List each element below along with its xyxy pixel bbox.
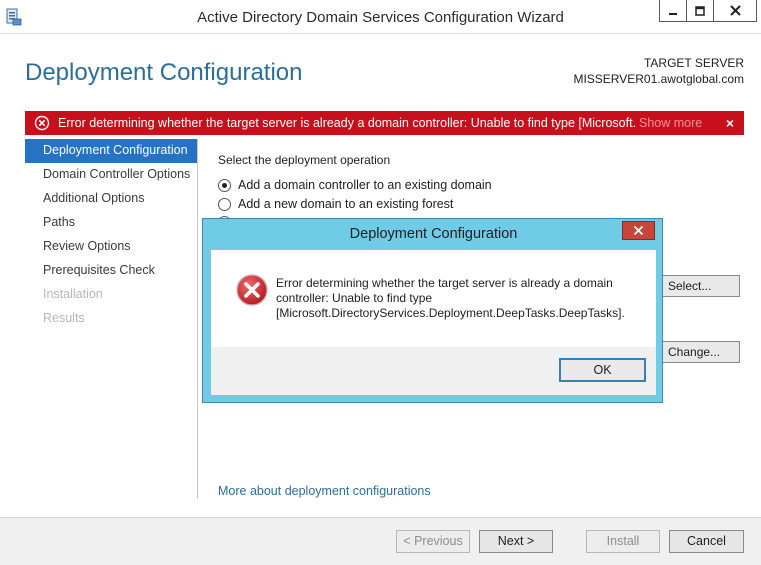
nav-item-prerequisites-check[interactable]: Prerequisites Check	[25, 259, 197, 283]
dialog-message: Error determining whether the target ser…	[276, 276, 636, 321]
wizard-header: Deployment Configuration TARGET SERVER M…	[0, 34, 761, 110]
nav-item-additional-options[interactable]: Additional Options	[25, 187, 197, 211]
option-new-domain[interactable]: Add a new domain to an existing forest	[218, 197, 453, 211]
error-banner: Error determining whether the target ser…	[25, 111, 744, 135]
previous-button: < Previous	[396, 530, 470, 553]
cancel-button[interactable]: Cancel	[669, 530, 744, 553]
nav-item-review-options[interactable]: Review Options	[25, 235, 197, 259]
target-server-name: MISSERVER01.awotglobal.com	[573, 72, 744, 86]
dismiss-error-icon[interactable]: ×	[726, 115, 734, 131]
wizard-footer: < Previous Next > Install Cancel	[0, 517, 761, 565]
nav-item-paths[interactable]: Paths	[25, 211, 197, 235]
radio-existing-domain[interactable]	[218, 178, 231, 192]
option-new-domain-label: Add a new domain to an existing forest	[238, 197, 454, 211]
target-server-label: TARGET SERVER	[643, 56, 744, 70]
dialog-message-line-1: Error determining whether the target ser…	[276, 276, 613, 290]
nav-divider	[197, 139, 198, 499]
dialog-footer: OK	[211, 347, 656, 395]
wizard-nav: Deployment Configuration Domain Controll…	[25, 139, 197, 331]
ok-button[interactable]: OK	[559, 358, 646, 382]
maximize-button[interactable]	[686, 0, 714, 22]
nav-item-deployment-configuration[interactable]: Deployment Configuration	[25, 139, 197, 163]
more-about-deployment-link[interactable]: More about deployment configurations	[218, 484, 431, 498]
show-more-link[interactable]: Show more	[639, 116, 702, 130]
minimize-icon	[669, 12, 677, 15]
page-title: Deployment Configuration	[25, 59, 303, 86]
title-bar: Active Directory Domain Services Configu…	[0, 0, 761, 34]
error-dialog: Deployment Configuration Error determini…	[202, 218, 663, 403]
select-button[interactable]: Select...	[662, 275, 740, 297]
close-icon	[633, 225, 644, 236]
close-icon	[729, 5, 741, 16]
error-banner-message: Error determining whether the target ser…	[58, 116, 636, 130]
next-button[interactable]: Next >	[479, 530, 553, 553]
dialog-close-button[interactable]	[622, 221, 655, 240]
close-window-button[interactable]	[713, 0, 757, 22]
nav-item-domain-controller-options[interactable]: Domain Controller Options	[25, 163, 197, 187]
error-circle-icon	[34, 115, 50, 131]
dialog-message-line-3: [Microsoft.DirectoryServices.Deployment.…	[276, 306, 625, 320]
minimize-button[interactable]	[659, 0, 687, 22]
nav-item-installation: Installation	[43, 287, 103, 301]
install-button: Install	[586, 530, 660, 553]
dialog-title: Deployment Configuration	[349, 226, 518, 242]
dialog-message-line-2: controller: Unable to find type	[276, 291, 433, 305]
option-existing-domain-label: Add a domain controller to an existing d…	[238, 178, 492, 192]
change-button[interactable]: Change...	[662, 341, 740, 363]
maximize-icon	[695, 5, 705, 16]
window-title: Active Directory Domain Services Configu…	[197, 9, 564, 26]
option-existing-domain[interactable]: Add a domain controller to an existing d…	[218, 178, 492, 192]
dialog-body: Error determining whether the target ser…	[211, 250, 656, 347]
nav-item-results: Results	[43, 311, 85, 325]
error-icon	[236, 274, 268, 306]
radio-new-domain[interactable]	[218, 197, 231, 211]
deployment-operation-label: Select the deployment operation	[218, 153, 391, 167]
